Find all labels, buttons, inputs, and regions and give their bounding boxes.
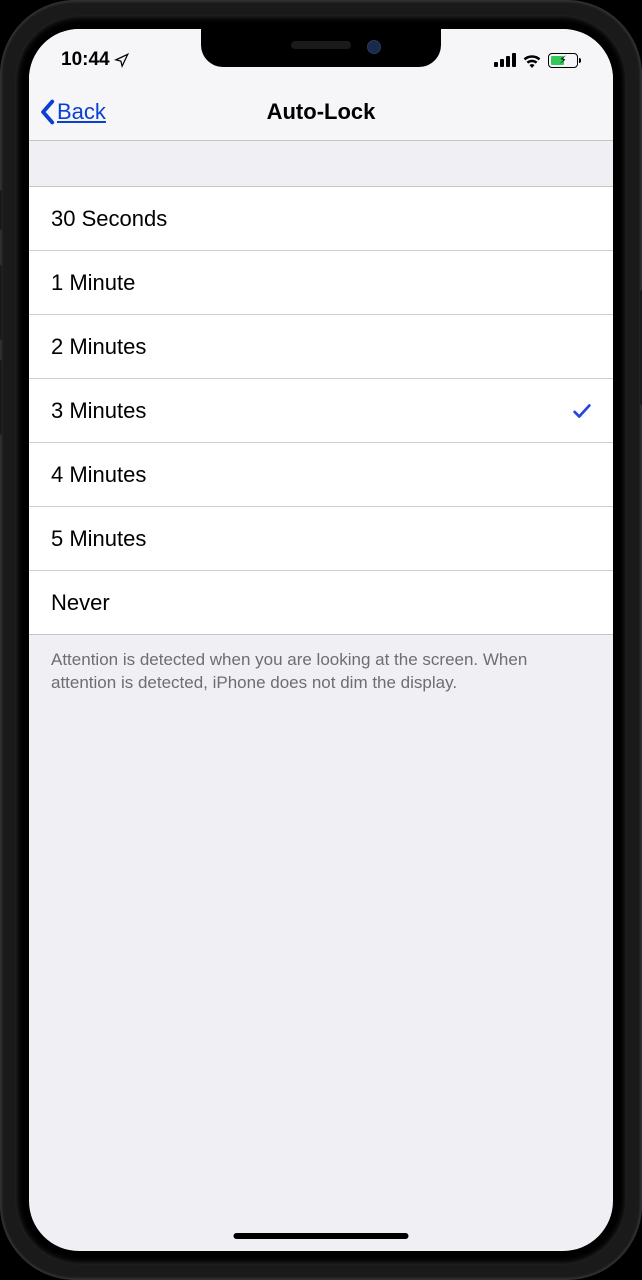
section-spacer [29, 141, 613, 187]
option-label: 30 Seconds [51, 206, 167, 232]
option-label: Never [51, 590, 110, 616]
nav-bar: Back Auto-Lock [29, 83, 613, 141]
option-row[interactable]: 3 Minutes [29, 379, 613, 443]
option-row[interactable]: 2 Minutes [29, 315, 613, 379]
screen: 10:44 ⚡︎ [29, 29, 613, 1251]
status-right: ⚡︎ [494, 53, 581, 68]
location-icon [114, 53, 129, 68]
option-row[interactable]: 1 Minute [29, 251, 613, 315]
wifi-icon [522, 53, 542, 68]
back-label: Back [57, 99, 106, 125]
option-label: 5 Minutes [51, 526, 146, 552]
volume-down-button[interactable] [0, 360, 2, 435]
option-label: 2 Minutes [51, 334, 146, 360]
option-row[interactable]: Never [29, 571, 613, 635]
option-label: 1 Minute [51, 270, 135, 296]
option-row[interactable]: 4 Minutes [29, 443, 613, 507]
chevron-left-icon [39, 99, 55, 125]
option-row[interactable]: 30 Seconds [29, 187, 613, 251]
volume-up-button[interactable] [0, 265, 2, 340]
option-row[interactable]: 5 Minutes [29, 507, 613, 571]
status-left: 10:44 [61, 49, 129, 71]
back-button[interactable]: Back [39, 99, 106, 125]
status-time: 10:44 [61, 49, 110, 71]
page-title: Auto-Lock [267, 99, 376, 125]
options-list: 30 Seconds 1 Minute 2 Minutes 3 Minutes 4 Mi… [29, 187, 613, 635]
option-label: 4 Minutes [51, 462, 146, 488]
bezel: 10:44 ⚡︎ [15, 15, 627, 1265]
mute-switch[interactable] [0, 190, 2, 230]
cellular-icon [494, 53, 516, 67]
home-indicator[interactable] [234, 1233, 409, 1239]
checkmark-icon [571, 400, 593, 422]
speaker [291, 41, 351, 49]
device-frame: 10:44 ⚡︎ [0, 0, 642, 1280]
battery-icon: ⚡︎ [548, 53, 581, 68]
notch [201, 29, 441, 67]
option-label: 3 Minutes [51, 398, 146, 424]
footer-text: Attention is detected when you are looki… [29, 635, 613, 709]
